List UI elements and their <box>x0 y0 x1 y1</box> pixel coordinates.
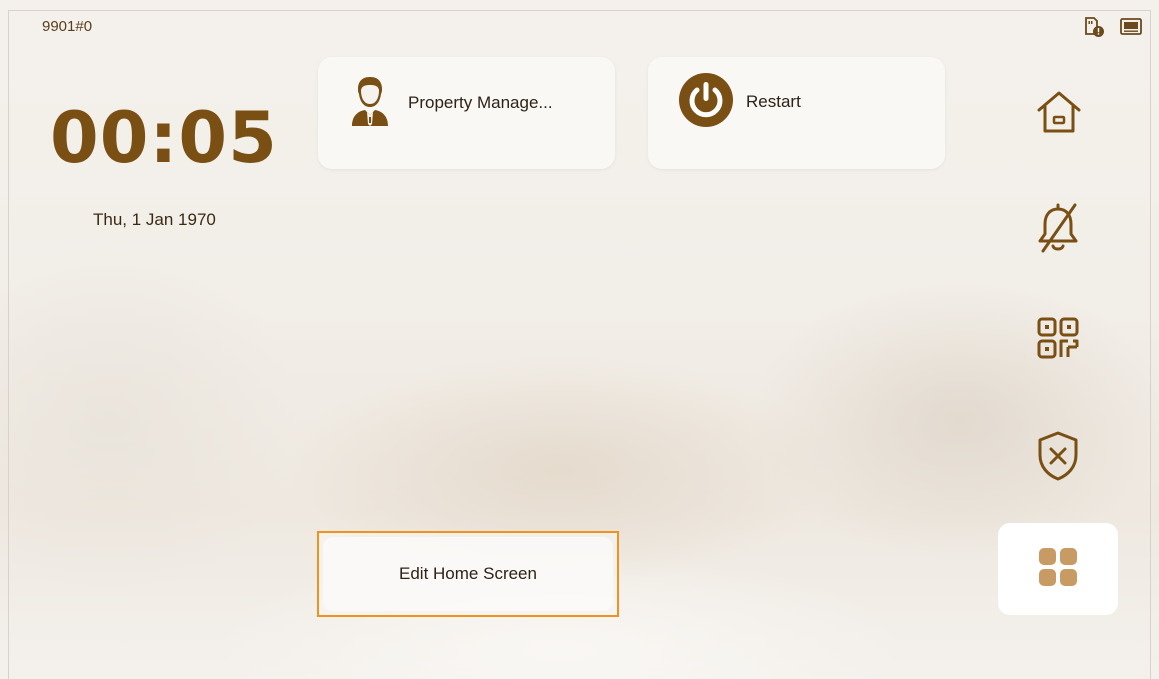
apps-button[interactable] <box>998 523 1118 615</box>
frame-divider-left <box>8 10 9 679</box>
frame-divider-top <box>8 10 1151 11</box>
power-icon <box>678 72 734 133</box>
room-id: 9901#0 <box>42 18 93 35</box>
property-manager-shortcut[interactable]: Property Manage... <box>318 57 615 169</box>
clock-time: 00:05 <box>50 97 278 179</box>
frame-divider-right <box>1150 10 1151 679</box>
apps-grid-icon <box>1038 547 1078 592</box>
restart-label: Restart <box>746 92 801 111</box>
edit-home-screen-label: Edit Home Screen <box>399 564 537 583</box>
qr-code-icon[interactable] <box>1035 315 1081 366</box>
home-icon[interactable] <box>1035 88 1083 141</box>
clock-date: Thu, 1 Jan 1970 <box>93 210 216 229</box>
property-manager-icon <box>348 74 392 133</box>
monitor-icon[interactable] <box>1119 16 1143 43</box>
restart-shortcut[interactable]: Restart <box>648 57 945 169</box>
edit-home-screen-button[interactable]: Edit Home Screen <box>317 531 619 617</box>
status-icons <box>1083 16 1143 43</box>
bell-off-icon[interactable] <box>1035 201 1081 260</box>
sd-card-alert-icon[interactable] <box>1083 16 1105 43</box>
shield-disarm-icon[interactable] <box>1035 430 1081 487</box>
property-manager-label: Property Manage... <box>408 93 553 112</box>
home-screen: 9901#0 00:05 Thu, 1 Jan 1970 Property Ma… <box>0 0 1159 679</box>
